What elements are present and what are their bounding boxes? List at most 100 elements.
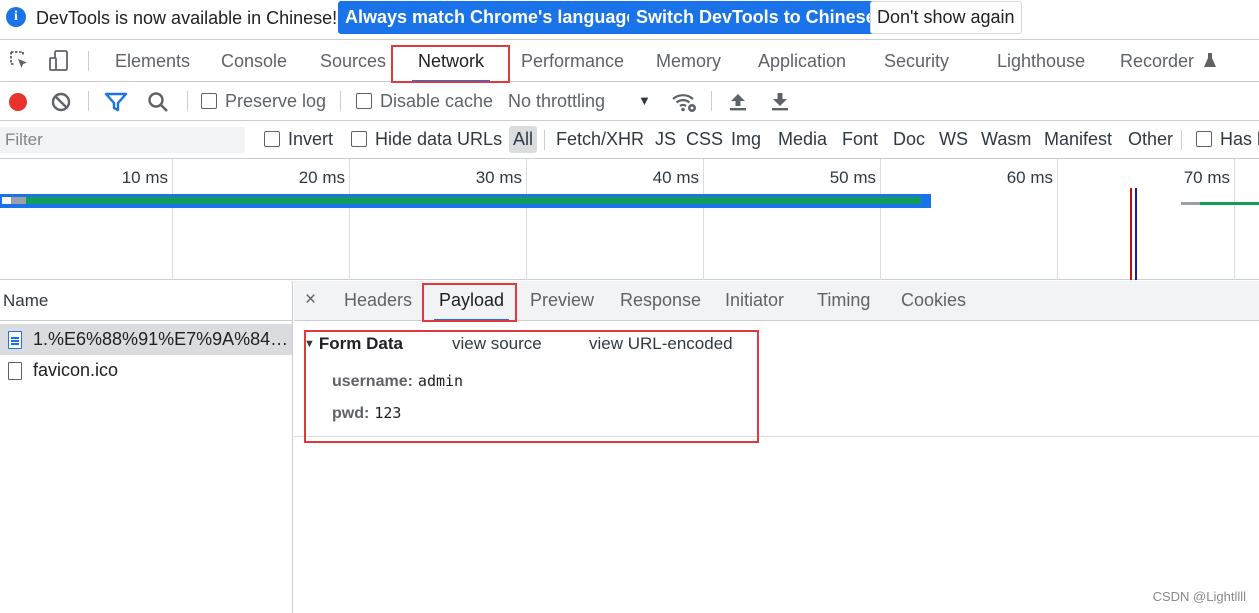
tick-label: 70 ms — [1183, 168, 1230, 187]
tick-label: 30 ms — [475, 168, 522, 187]
tab-console[interactable]: Console — [221, 41, 287, 81]
has-blocked-cookies-box[interactable] — [1196, 131, 1212, 147]
chevron-down-icon: ▼ — [638, 93, 651, 108]
watermark: CSDN @Lightllll — [1152, 589, 1246, 604]
network-toolbar: Preserve log Disable cache No throttling… — [0, 82, 1259, 121]
tab-lighthouse[interactable]: Lighthouse — [997, 41, 1085, 81]
switch-to-chinese-button[interactable]: Switch DevTools to Chinese — [629, 1, 883, 34]
tab-security[interactable]: Security — [884, 41, 949, 81]
invert-label: Invert — [288, 129, 334, 149]
hide-data-urls-box[interactable] — [351, 131, 367, 147]
hide-data-urls-label: Hide data URLs — [375, 129, 503, 149]
devtools-main-tabbar: Elements Console Sources Network Perform… — [0, 41, 1259, 82]
record-icon[interactable] — [7, 91, 29, 113]
tick-label: 40 ms — [652, 168, 699, 187]
request-bar-waiting — [1200, 202, 1259, 205]
tab-elements[interactable]: Elements — [115, 41, 190, 81]
inspect-element-icon[interactable] — [8, 49, 32, 73]
grid-line — [703, 159, 704, 280]
type-filter-fetch-xhr[interactable]: Fetch/XHR — [556, 126, 644, 153]
type-filter-manifest[interactable]: Manifest — [1044, 126, 1112, 153]
payload-tab-highlight — [422, 283, 517, 322]
type-filter-all[interactable]: All — [509, 126, 538, 153]
type-filter-font[interactable]: Font — [842, 126, 878, 153]
dom-content-loaded-marker — [1135, 188, 1137, 280]
request-bar-queue — [2, 197, 11, 204]
export-har-icon[interactable] — [769, 90, 791, 112]
toolbar-divider — [1181, 130, 1182, 150]
filter-icon[interactable] — [104, 91, 128, 113]
column-header-name[interactable]: Name — [0, 281, 292, 321]
throttling-value: No throttling — [508, 91, 606, 111]
tab-cookies[interactable]: Cookies — [901, 281, 966, 320]
always-match-language-button[interactable]: Always match Chrome's language — [338, 1, 644, 34]
has-blocked-cookies-checkbox[interactable]: Has b — [1196, 121, 1259, 158]
tab-recorder[interactable]: Recorder — [1120, 41, 1217, 81]
tab-memory[interactable]: Memory — [656, 41, 721, 81]
type-filter-media[interactable]: Media — [778, 126, 827, 153]
grid-line — [172, 159, 173, 280]
hide-data-urls-checkbox[interactable]: Hide data URLs — [351, 121, 502, 158]
type-filter-wasm[interactable]: Wasm — [981, 126, 1031, 153]
disable-cache-checkbox[interactable]: Disable cache — [356, 82, 493, 120]
tab-performance[interactable]: Performance — [521, 41, 624, 81]
network-tab-highlight — [391, 45, 510, 83]
preserve-log-label: Preserve log — [225, 91, 327, 111]
search-icon[interactable] — [146, 90, 170, 114]
request-bar-stalled — [1181, 202, 1200, 205]
request-list: Name 1.%E6%88%91%E7%9A%84%... favicon.ic… — [0, 281, 293, 613]
request-bar-stalled — [11, 197, 26, 204]
dont-show-again-button[interactable]: Don't show again — [870, 1, 1022, 34]
infobar-message: DevTools is now available in Chinese! — [36, 8, 338, 28]
type-filter-css[interactable]: CSS — [686, 126, 723, 153]
filter-input[interactable] — [0, 127, 245, 153]
info-icon: i — [6, 7, 26, 27]
filter-bar: Invert Hide data URLs All Fetch/XHR JS C… — [0, 121, 1259, 159]
tab-timing[interactable]: Timing — [817, 281, 870, 320]
tab-application[interactable]: Application — [758, 41, 846, 81]
tick-label: 20 ms — [298, 168, 345, 187]
toolbar-divider — [544, 130, 545, 150]
toolbar-divider — [88, 51, 89, 71]
tab-preview[interactable]: Preview — [530, 281, 594, 320]
toolbar-divider — [711, 91, 712, 111]
document-icon — [8, 331, 22, 349]
toolbar-divider — [187, 91, 188, 111]
type-filter-ws[interactable]: WS — [939, 126, 968, 153]
disable-cache-box[interactable] — [356, 93, 372, 109]
request-name: 1.%E6%88%91%E7%9A%84%... — [33, 329, 292, 349]
grid-line — [1057, 159, 1058, 280]
grid-line — [349, 159, 350, 280]
invert-checkbox[interactable]: Invert — [264, 121, 333, 158]
tab-response[interactable]: Response — [620, 281, 701, 320]
invert-box[interactable] — [264, 131, 280, 147]
request-row[interactable]: favicon.ico — [0, 355, 292, 386]
tab-headers[interactable]: Headers — [344, 281, 412, 320]
request-row[interactable]: 1.%E6%88%91%E7%9A%84%... — [0, 324, 292, 355]
grid-line — [526, 159, 527, 280]
request-bar-waiting — [26, 197, 921, 204]
language-infobar: i DevTools is now available in Chinese! … — [0, 0, 1259, 40]
disable-cache-label: Disable cache — [380, 91, 494, 111]
request-name: favicon.ico — [33, 360, 119, 380]
load-event-marker — [1130, 188, 1132, 280]
type-filter-other[interactable]: Other — [1128, 126, 1173, 153]
tab-recorder-label: Recorder — [1120, 51, 1195, 71]
type-filter-img[interactable]: Img — [731, 126, 761, 153]
timeline-overview[interactable]: 10 ms 20 ms 30 ms 40 ms 50 ms 60 ms 70 m… — [0, 159, 1259, 280]
type-filter-doc[interactable]: Doc — [893, 126, 925, 153]
type-filter-js[interactable]: JS — [655, 126, 676, 153]
import-har-icon[interactable] — [727, 90, 749, 112]
tab-sources[interactable]: Sources — [320, 41, 386, 81]
preserve-log-checkbox[interactable]: Preserve log — [201, 82, 326, 120]
network-conditions-icon[interactable] — [670, 90, 698, 114]
has-blocked-cookies-label: Has b — [1220, 129, 1259, 149]
tab-initiator[interactable]: Initiator — [725, 281, 784, 320]
tick-label: 10 ms — [121, 168, 168, 187]
device-toolbar-icon[interactable] — [47, 49, 71, 73]
request-bar — [0, 194, 931, 208]
clear-icon[interactable] — [50, 91, 72, 113]
close-icon[interactable]: × — [305, 289, 316, 311]
preserve-log-box[interactable] — [201, 93, 217, 109]
throttling-select[interactable]: No throttling ▼ — [508, 82, 651, 120]
